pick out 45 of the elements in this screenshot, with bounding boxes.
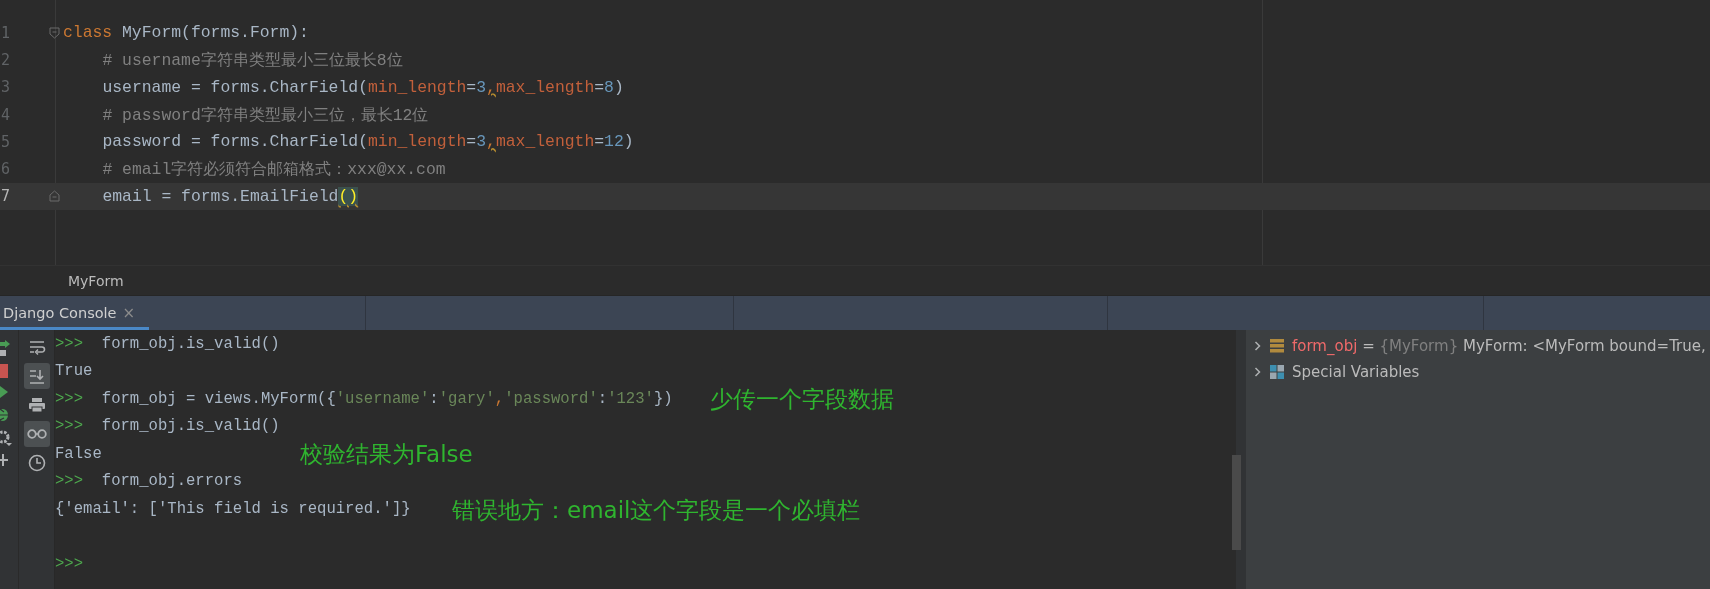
line-number: 4 — [0, 105, 12, 124]
toolbar-button[interactable] — [23, 421, 50, 447]
line-number: 2 — [0, 50, 12, 69]
close-icon[interactable]: × — [122, 304, 136, 322]
line-number: 6 — [0, 160, 12, 179]
console-tab[interactable]: Django Console × — [0, 296, 150, 330]
annotation-text: 少传一个字段数据 — [710, 384, 894, 414]
line-number: 1 — [0, 23, 12, 42]
console-line: {'email': ['This field is required.']} — [55, 499, 411, 518]
code-line: class MyForm(forms.Form): — [63, 23, 309, 43]
code-line: # password字符串类型最小三位，最长12位 — [102, 104, 429, 126]
code-line: username = forms.CharField(min_length=3,max_length=8) — [102, 77, 624, 97]
console-line: >>> — [55, 554, 84, 573]
stack-icon — [1270, 339, 1284, 353]
soft-wrap-icon — [27, 339, 46, 355]
toolbar-button[interactable] — [23, 363, 50, 389]
glasses-icon — [26, 428, 47, 440]
rerun-icon[interactable] — [0, 340, 10, 356]
variable-entry[interactable]: form_obj = {MyForm} MyForm: <MyForm bound=True, — [1292, 337, 1706, 355]
line-number: 7 — [0, 187, 12, 206]
scroll-to-end-icon — [27, 367, 46, 385]
chevron-icon[interactable] — [1253, 367, 1262, 377]
line-number: 3 — [0, 78, 12, 97]
chevron-icon[interactable] — [1253, 341, 1262, 351]
plus-icon[interactable] — [0, 454, 8, 466]
annotation-text: 错误地方：email这个字段是一个必填栏 — [452, 495, 861, 525]
code-line: # email字符必须符合邮箱格式：xxx@xx.com — [102, 159, 446, 181]
console-line: >>> form_obj.errors — [55, 472, 243, 491]
console-line: False — [55, 444, 102, 463]
clock-icon — [27, 454, 46, 472]
printer-icon — [27, 397, 46, 413]
scrollbar-thumb[interactable] — [1232, 455, 1241, 550]
console-line: >>> form_obj.is_valid() — [55, 334, 280, 353]
play-icon[interactable] — [0, 386, 8, 398]
code-line: password = forms.CharField(min_length=3,max_length=12) — [102, 132, 634, 152]
line-number: 5 — [0, 132, 12, 151]
annotation-text: 校验结果为False — [300, 439, 473, 469]
code-line: email = forms.EmailField() — [102, 186, 359, 206]
breadcrumb[interactable]: MyForm — [68, 272, 124, 289]
variable-entry[interactable]: Special Variables — [1292, 363, 1420, 381]
code-line: # username字符串类型最小三位最长8位 — [102, 49, 403, 71]
console-line: True — [55, 362, 93, 381]
console-line: >>> form_obj.is_valid() — [55, 417, 280, 436]
grid-icon — [1270, 365, 1284, 379]
console-line: >>> form_obj = views.MyForm({'username':'gary','password':'123'}) — [55, 389, 673, 408]
